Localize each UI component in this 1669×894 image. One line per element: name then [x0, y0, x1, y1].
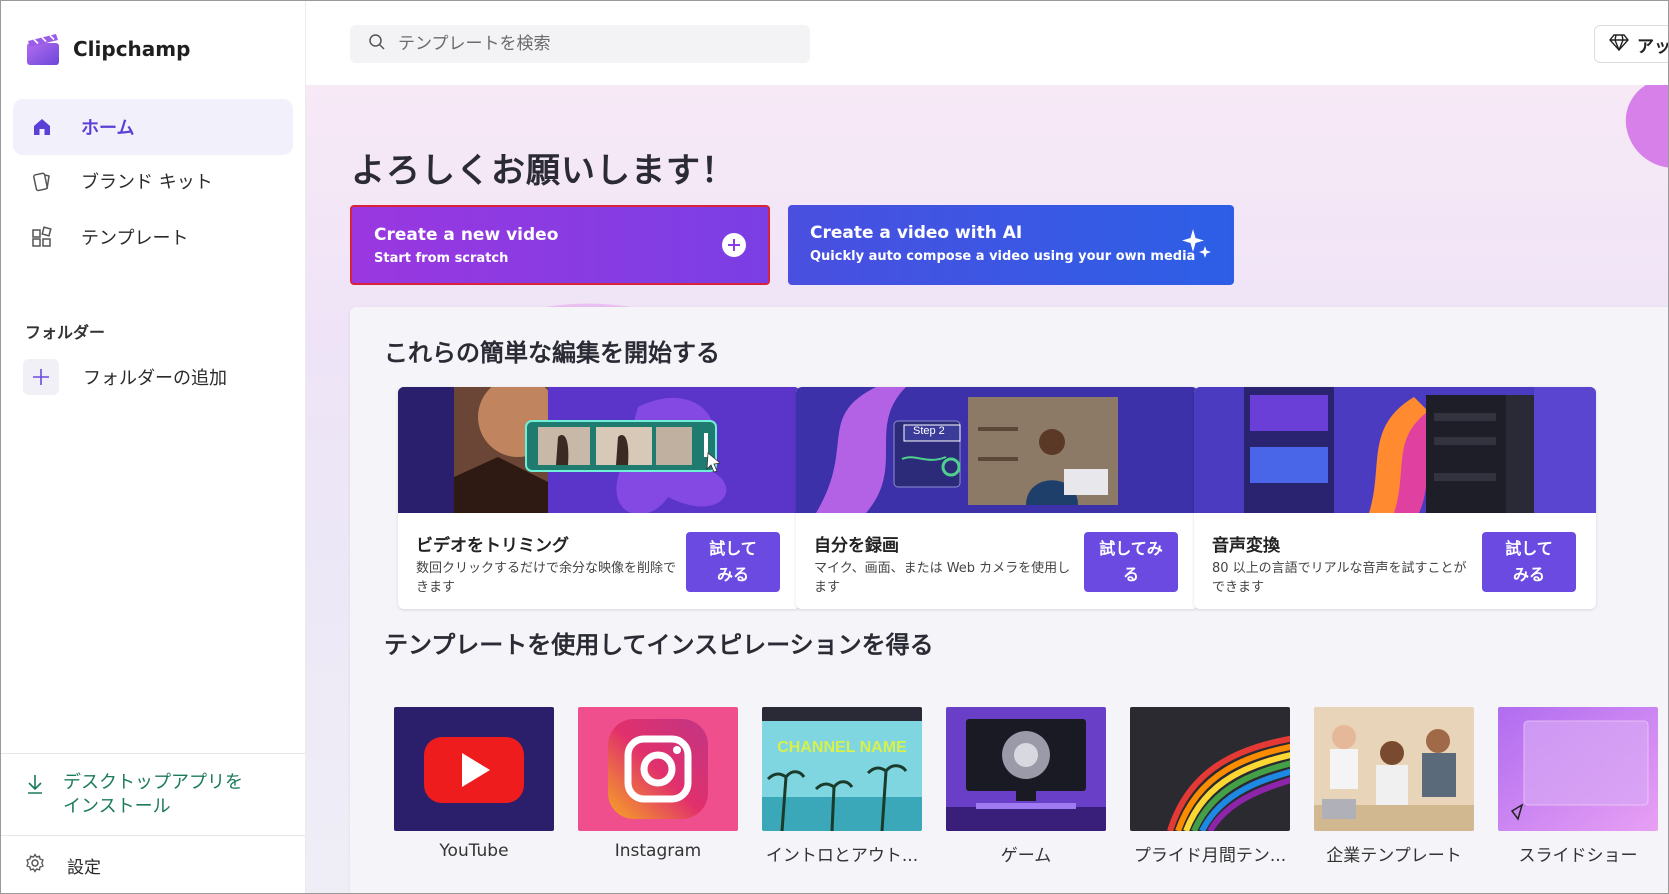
upgrade-label: アッ [1637, 36, 1669, 57]
template-card-slideshow[interactable]: スライドショー [1498, 707, 1658, 866]
brand-kit-icon [29, 168, 55, 194]
section-title-templates: テンプレートを使用してインスピレーションを得る [384, 631, 934, 659]
template-label: プライド月間テン... [1133, 846, 1287, 866]
folder-section-title: フォルダー [25, 323, 106, 342]
add-folder-button[interactable]: フォルダーの追加 [23, 359, 227, 395]
edit-card-title: 自分を録画 [814, 536, 899, 556]
template-label: スライドショー [1518, 846, 1638, 866]
search-icon [368, 33, 386, 55]
try-it-label-line1: 試して [1505, 539, 1553, 558]
edit-card-voice[interactable]: 音声変換 80 以上の言語でリアルな音声を試すことができます 試して みる [1194, 387, 1596, 609]
template-card-gaming[interactable]: ゲーム [946, 707, 1106, 866]
install-label-line2: インストール [63, 796, 171, 817]
sidebar-item-label: ホーム [81, 118, 135, 139]
app-logo[interactable]: Clipchamp [25, 31, 190, 67]
download-icon [25, 773, 45, 819]
upgrade-button[interactable]: アッ [1594, 25, 1669, 63]
sidebar-item-label: テンプレート [81, 228, 189, 249]
try-it-label-line1: 試してみ [1099, 539, 1163, 558]
template-thumbnail [578, 707, 738, 831]
record-thumbnail: Step 2 [796, 387, 1198, 513]
sidebar-item-home[interactable]: ホーム [13, 99, 293, 155]
cta-subtitle: Quickly auto compose a video using your … [810, 249, 1196, 264]
try-it-button[interactable]: 試してみ る [1084, 532, 1178, 592]
edit-card-title: ビデオをトリミング [416, 536, 569, 556]
edit-card-record[interactable]: Step 2 自分を録画 マイク、画面、または Web カメラを使用します 試し… [796, 387, 1198, 609]
template-thumbnail [1130, 707, 1290, 831]
app-name: Clipchamp [73, 37, 191, 61]
divider [1, 835, 306, 836]
settings-button[interactable]: 設定 [25, 853, 101, 878]
template-thumbnail [394, 707, 554, 831]
section-title-quick-edits: これらの簡単な編集を開始する [384, 339, 720, 367]
try-it-label-line2: る [1122, 565, 1139, 584]
create-new-video-button[interactable]: Create a new video Start from scratch [350, 205, 770, 285]
template-label: Instagram [614, 841, 702, 861]
top-bar: アッ [306, 1, 1669, 85]
try-it-label-line1: 試して [709, 539, 757, 558]
page-title: よろしくお願いします！ [351, 151, 736, 191]
content-panel: これらの簡単な編集を開始する ビデオをトリミング 数回クリックするだけで余分な映… [350, 307, 1668, 893]
home-icon [29, 114, 55, 140]
settings-label: 設定 [67, 858, 101, 878]
sparkle-icon [1182, 227, 1212, 263]
template-card-instagram[interactable]: Instagram [578, 707, 738, 861]
edit-card-description: 数回クリックするだけで余分な映像を削除できます [416, 561, 677, 595]
edit-card-title: 音声変換 [1212, 536, 1280, 556]
sidebar-item-brand-kit[interactable]: ブランド キット [13, 153, 293, 209]
edit-card-description: 80 以上の言語でリアルな音声を試すことができます [1212, 561, 1467, 595]
template-card-youtube[interactable]: YouTube [394, 707, 554, 861]
template-thumbnail [1498, 707, 1658, 831]
templates-icon [29, 224, 55, 250]
try-it-button[interactable]: 試して みる [1482, 532, 1576, 592]
app-window: Clipchamp ホーム ブランド キット テンプレート フォルダー フォルダ… [0, 0, 1669, 894]
gear-icon [25, 853, 45, 878]
install-label: デスクトップアプリを インストール [63, 771, 243, 819]
template-thumbnail [1314, 707, 1474, 831]
install-label-line1: デスクトップアプリを [63, 772, 243, 793]
cta-title: Create a video with AI [810, 223, 1023, 243]
template-card-intro-outro[interactable]: CHANNEL NAME イントロとアウト... [762, 707, 922, 866]
template-thumb-text: CHANNEL NAME [777, 739, 907, 756]
template-label: YouTube [439, 841, 509, 861]
template-label: 企業テンプレート [1326, 846, 1462, 866]
main-content: よろしくお願いします！ Create a new video Start fro… [306, 85, 1668, 893]
add-folder-label: フォルダーの追加 [83, 368, 227, 389]
template-card-pride[interactable]: プライド月間テン... [1130, 707, 1290, 866]
template-thumbnail [946, 707, 1106, 831]
cta-subtitle: Start from scratch [374, 251, 509, 266]
create-video-with-ai-button[interactable]: Create a video with AI Quickly auto comp… [788, 205, 1234, 285]
edit-card-description: マイク、画面、または Web カメラを使用します [814, 561, 1071, 595]
plus-icon [23, 359, 59, 395]
try-it-label-line2: みる [1512, 565, 1545, 584]
divider [1, 753, 306, 754]
cta-title: Create a new video [374, 225, 559, 245]
search-box[interactable] [350, 25, 810, 63]
search-input[interactable] [398, 34, 798, 54]
template-label: ゲーム [1000, 846, 1052, 866]
sidebar: Clipchamp ホーム ブランド キット テンプレート フォルダー フォルダ… [1, 1, 306, 893]
diamond-icon [1609, 33, 1629, 56]
step-label: Step 2 [913, 425, 945, 437]
plus-circle-icon [722, 233, 746, 257]
sidebar-item-templates[interactable]: テンプレート [13, 209, 293, 265]
decorative-blob [1619, 85, 1668, 176]
template-label: イントロとアウト... [765, 846, 919, 866]
trim-thumbnail [398, 387, 800, 513]
edit-card-trim[interactable]: ビデオをトリミング 数回クリックするだけで余分な映像を削除できます 試して みる [398, 387, 800, 609]
try-it-label-line2: みる [716, 565, 749, 584]
install-desktop-app-link[interactable]: デスクトップアプリを インストール [25, 771, 243, 819]
clipchamp-logo-icon [25, 31, 61, 67]
voice-thumbnail [1194, 387, 1596, 513]
sidebar-item-label: ブランド キット [81, 172, 213, 193]
template-thumbnail: CHANNEL NAME [762, 707, 922, 831]
try-it-button[interactable]: 試して みる [686, 532, 780, 592]
template-card-business[interactable]: 企業テンプレート [1314, 707, 1474, 866]
